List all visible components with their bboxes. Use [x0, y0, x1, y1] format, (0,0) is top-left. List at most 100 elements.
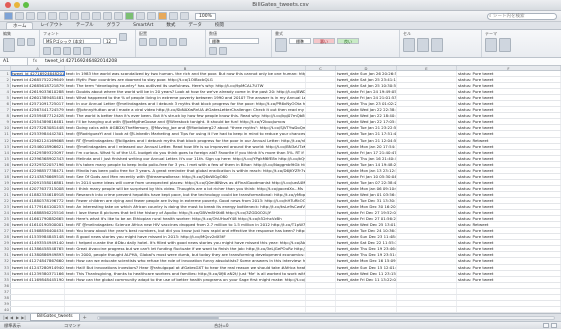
cell-e[interactable] — [397, 143, 457, 149]
row-number[interactable]: 15 — [0, 155, 11, 161]
cell-c[interactable] — [306, 77, 336, 83]
cell-c[interactable] — [306, 240, 336, 246]
formula-input[interactable]: tweet_id 427169246482014208 — [42, 59, 117, 64]
cell-b[interactable]: text: In 2000, people thought ALPHA, Glo… — [65, 252, 306, 258]
cell-c[interactable] — [306, 119, 336, 125]
cell-a[interactable]: tweet id 424293893230978113 — [11, 149, 65, 155]
cell-a[interactable]: tweet id 412472809149403136 — [11, 264, 65, 270]
cell-f[interactable] — [457, 306, 561, 312]
cell-e[interactable] — [397, 282, 457, 288]
chart-icon[interactable] — [158, 12, 167, 20]
cell-a[interactable]: tweet id 420776373150088080 — [11, 185, 65, 191]
add-sheet-icon[interactable]: + — [83, 315, 87, 321]
cell-a[interactable]: tweet id 425710917250174464 — [11, 101, 65, 107]
paste-icon[interactable] — [3, 38, 15, 52]
row-number[interactable]: 30 — [0, 246, 11, 252]
cell-c[interactable] — [306, 191, 336, 197]
cell-c[interactable] — [306, 179, 336, 185]
cell-c[interactable] — [306, 216, 336, 222]
cell-d[interactable]: tweet_date Mon Jan 20 17:54:18 +0000 201… — [336, 143, 397, 149]
cell-c[interactable] — [306, 300, 336, 306]
cell-f[interactable]: status: Pure tweet — [457, 228, 561, 234]
row-number[interactable]: 20 — [0, 185, 11, 191]
cell-b[interactable]: text: Research into crime prevent hepati… — [65, 191, 306, 197]
cell-c[interactable] — [306, 131, 336, 137]
cell-e[interactable] — [397, 119, 457, 125]
cell-a[interactable]: tweet id 426190336102883328 — [11, 89, 65, 95]
percent-icon[interactable] — [209, 47, 217, 55]
cell-e[interactable] — [397, 137, 457, 143]
cell-c[interactable] — [306, 276, 336, 282]
font-size-select[interactable]: 12 — [103, 38, 117, 44]
cell-e[interactable] — [397, 264, 457, 270]
cell-d[interactable]: tweet_date Mon Jan 06 09:10:02 +0000 201… — [336, 185, 397, 191]
row-number[interactable]: 10 — [0, 125, 11, 131]
cell-e[interactable] — [397, 173, 457, 179]
cell-f[interactable]: status: Retweet — [457, 137, 561, 143]
cell-a[interactable]: tweet id 418803781967722497 — [11, 197, 65, 204]
row-number[interactable]: 13 — [0, 143, 11, 149]
cell-a[interactable]: tweet id 416617908826652672 — [11, 216, 65, 222]
cell-b[interactable]: text: This Thanksgiving, thanks to healt… — [65, 270, 306, 276]
cell-b[interactable]: text: I think many people will be surpri… — [65, 185, 306, 191]
cell-b[interactable]: text: In our Annual Letter @melindagates… — [65, 101, 306, 107]
cell-d[interactable] — [336, 300, 397, 306]
cell-a[interactable]: tweet id 418823346189189568 — [11, 191, 65, 197]
row-number[interactable]: 5 — [0, 95, 11, 101]
cell-d[interactable]: tweet_date Sat Jan 25 23:41:11 +0000 201… — [336, 77, 397, 83]
table-row[interactable]: 40 — [0, 306, 561, 313]
cell-d[interactable]: tweet_date Fri Jan 10 05:30:04 +0000 201… — [336, 173, 397, 179]
row-number[interactable]: 27 — [0, 228, 11, 234]
row-number[interactable]: 18 — [0, 173, 11, 179]
cell-d[interactable]: tweet_date Fri Jan 17 21:40:47 +0000 201… — [336, 149, 397, 155]
cell-e[interactable] — [397, 294, 457, 300]
cell-a[interactable]: tweet id 426856187218792448 — [11, 83, 65, 89]
style-bad[interactable]: 悪い — [313, 38, 335, 44]
fill-icon[interactable] — [17, 38, 25, 46]
cell-e[interactable] — [397, 131, 457, 137]
cell-f[interactable] — [457, 288, 561, 294]
row-number[interactable]: 29 — [0, 240, 11, 246]
fill-color-icon[interactable] — [73, 47, 81, 55]
cell-b[interactable]: text: Doubts about where the world will … — [65, 89, 306, 95]
row-number[interactable]: 8 — [0, 113, 11, 119]
tab-chart[interactable]: グラフ — [101, 22, 127, 29]
cell-a[interactable]: tweet id 412748478676603521 — [11, 258, 65, 264]
cell-e[interactable] — [397, 89, 457, 95]
cell-e[interactable] — [397, 210, 457, 216]
row-number[interactable]: 6 — [0, 101, 11, 107]
cell-c[interactable] — [306, 71, 336, 77]
cell-f[interactable]: status: Pure tweet — [457, 264, 561, 270]
cell-b[interactable]: text: Great #vaccine progress but we can… — [65, 246, 306, 252]
clear-icon[interactable] — [27, 38, 35, 46]
cell-d[interactable]: tweet_date Tue Dec 31 13:30:10 +0000 201… — [336, 197, 397, 204]
row-number[interactable]: 26 — [0, 222, 11, 228]
name-box[interactable]: A1 — [0, 58, 28, 65]
horizontal-scrollbar[interactable] — [96, 315, 555, 320]
column-header-f[interactable]: F — [457, 66, 561, 71]
row-number[interactable]: 4 — [0, 89, 11, 95]
cell-c[interactable] — [306, 137, 336, 143]
cell-e[interactable] — [397, 306, 457, 312]
cell-b[interactable]: text: Melinda and I just finished writin… — [65, 155, 306, 161]
cell-f[interactable]: status: Pure tweet — [457, 125, 561, 131]
cell-e[interactable] — [397, 113, 457, 119]
cell-c[interactable] — [306, 155, 336, 161]
cell-a[interactable]: tweet id 421438766695182784 — [11, 173, 65, 179]
tab-review[interactable]: 校閲 — [209, 22, 230, 29]
cell-d[interactable]: tweet_date Sat Dec 22 11:55:34 +0000 201… — [336, 240, 397, 246]
cell-d[interactable]: tweet_date Fri Jan 24 19:49:05 +0000 201… — [336, 89, 397, 95]
cell-e[interactable] — [397, 95, 457, 101]
row-number[interactable]: 14 — [0, 149, 11, 155]
paste-icon[interactable] — [81, 12, 90, 20]
cell-a[interactable]: tweet id 425460189066215424 — [11, 143, 65, 149]
cell-d[interactable]: tweet_date Mon Dec 16 15:09:12 +0000 201… — [336, 258, 397, 264]
style-normal[interactable]: 標準 — [289, 38, 311, 44]
cell-c[interactable] — [306, 83, 336, 89]
cell-a[interactable]: tweet id 417791641002536960 — [11, 204, 65, 210]
row-number[interactable]: 39 — [0, 300, 11, 306]
cell-e[interactable] — [397, 191, 457, 197]
column-header-a[interactable]: A — [11, 66, 65, 71]
print-icon[interactable] — [48, 12, 57, 20]
cell-f[interactable]: status: Pure tweet — [457, 77, 561, 83]
